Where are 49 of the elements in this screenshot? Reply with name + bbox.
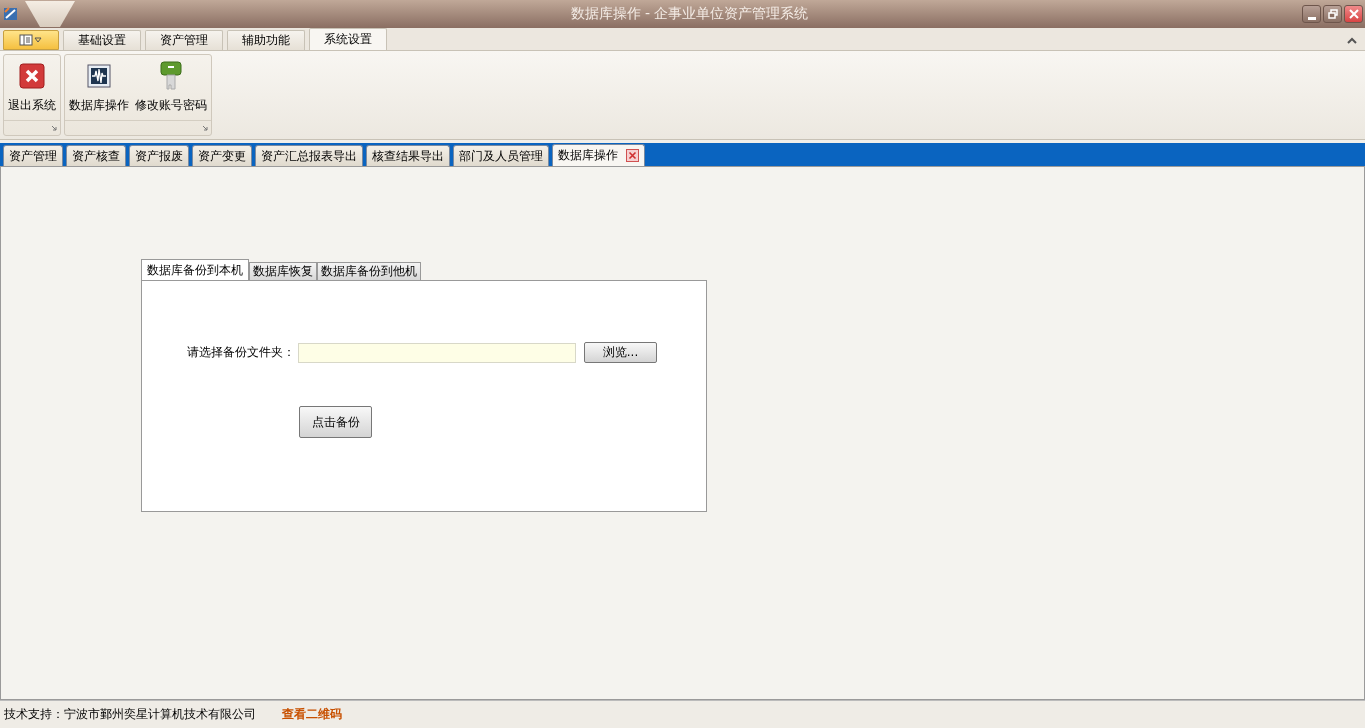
- ribbon-button[interactable]: 数据库操作: [66, 57, 132, 118]
- document-tab[interactable]: 资产汇总报表导出: [255, 145, 363, 166]
- collapse-ribbon-icon[interactable]: [1347, 37, 1357, 44]
- key-icon: [158, 61, 184, 91]
- document-tab-label[interactable]: 资产汇总报表导出: [261, 147, 357, 165]
- ribbon-button[interactable]: 退出系统: [5, 57, 59, 118]
- document-tab-label[interactable]: 资产管理: [9, 147, 57, 165]
- ribbon-tab[interactable]: 资产管理: [145, 30, 223, 50]
- document-tab[interactable]: 资产报废: [129, 145, 189, 166]
- panel-tab[interactable]: 数据库备份到本机: [141, 259, 249, 280]
- ribbon-tab[interactable]: 基础设置: [63, 30, 141, 50]
- document-tab-label[interactable]: 核查结果导出: [372, 147, 444, 165]
- document-tab[interactable]: 资产管理: [3, 145, 63, 166]
- document-tab[interactable]: 数据库操作: [552, 144, 645, 166]
- backup-button[interactable]: 点击备份: [299, 406, 372, 438]
- restore-icon: [1327, 9, 1338, 19]
- close-icon: [1348, 9, 1359, 19]
- close-icon[interactable]: [626, 149, 639, 162]
- ribbon-button[interactable]: 修改账号密码: [132, 57, 210, 118]
- window-title: 数据库操作 - 企事业单位资产管理系统: [569, 5, 810, 23]
- folder-label: 请选择备份文件夹：: [187, 344, 296, 361]
- document-tab-label[interactable]: 资产报废: [135, 147, 183, 165]
- close-button[interactable]: [1344, 5, 1363, 23]
- dialog-launcher-icon[interactable]: [51, 125, 57, 131]
- app-menu-button[interactable]: [3, 30, 59, 50]
- folder-input-field[interactable]: [298, 342, 576, 363]
- document-tab[interactable]: 资产核查: [66, 145, 126, 166]
- panel-tab[interactable]: 数据库备份到他机: [317, 262, 421, 280]
- document-tab[interactable]: 资产变更: [192, 145, 252, 166]
- document-tab[interactable]: 部门及人员管理: [453, 145, 549, 166]
- support-text: 技术支持：宁波市鄞州奕星计算机技术有限公司: [4, 706, 256, 723]
- minimize-icon: [1307, 16, 1316, 20]
- menu-icon: [19, 34, 43, 46]
- minimize-button[interactable]: [1302, 5, 1321, 23]
- ribbon-tab[interactable]: 系统设置: [309, 28, 387, 50]
- document-tab-label[interactable]: 资产核查: [72, 147, 120, 165]
- ribbon-tab[interactable]: 辅助功能: [227, 30, 305, 50]
- document-tab-label[interactable]: 数据库操作: [558, 147, 618, 164]
- document-tab-label[interactable]: 资产变更: [198, 147, 246, 165]
- waveform-icon: [86, 61, 112, 91]
- app-icon: [3, 6, 19, 22]
- close-icon: [19, 61, 45, 91]
- restore-button[interactable]: [1323, 5, 1342, 23]
- document-tab[interactable]: 核查结果导出: [366, 145, 450, 166]
- panel-tab[interactable]: 数据库恢复: [249, 262, 317, 280]
- dialog-launcher-icon[interactable]: [202, 125, 208, 131]
- browse-button[interactable]: 浏览...: [584, 342, 657, 363]
- qr-code-link[interactable]: 查看二维码: [282, 706, 342, 723]
- document-tab-label[interactable]: 部门及人员管理: [459, 147, 543, 165]
